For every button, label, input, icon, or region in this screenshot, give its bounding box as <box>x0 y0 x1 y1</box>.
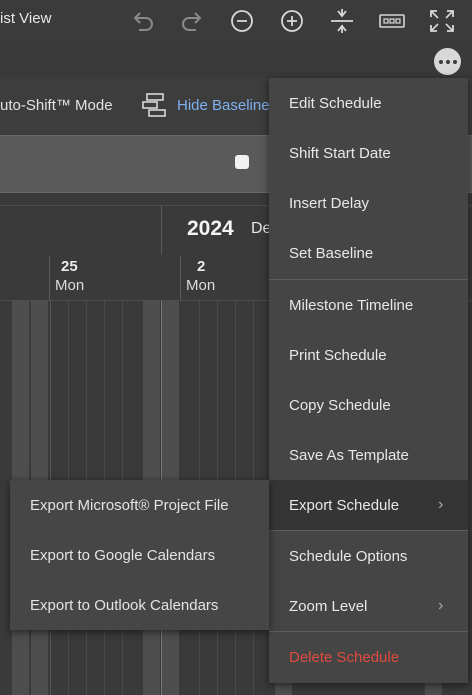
redo-icon[interactable] <box>176 6 208 36</box>
menu-item-label: Edit Schedule <box>289 94 382 112</box>
menu-item-label: Save As Template <box>289 446 409 464</box>
day-number: 25 <box>61 258 78 275</box>
menu-item-label: Milestone Timeline <box>289 296 414 314</box>
submenu-item-export-ms-project[interactable]: Export Microsoft® Project File <box>10 480 269 530</box>
submenu-item-label: Export to Google Calendars <box>30 546 216 564</box>
menu-item-copy-schedule[interactable]: Copy Schedule <box>269 380 468 430</box>
dot <box>438 59 443 64</box>
dot <box>452 59 457 64</box>
menu-item-delete-schedule[interactable]: Delete Schedule <box>269 632 468 682</box>
menu-item-schedule-options[interactable]: Schedule Options <box>269 531 468 581</box>
baseline-icon[interactable] <box>141 92 169 118</box>
menu-item-insert-delay[interactable]: Insert Delay <box>269 178 468 228</box>
submenu-item-export-outlook[interactable]: Export to Outlook Calendars <box>10 580 269 630</box>
timeline-year: 2024 <box>187 217 234 240</box>
menu-item-label: Set Baseline <box>289 244 374 262</box>
menu-item-export-schedule[interactable]: Export Schedule › <box>269 480 468 530</box>
more-options-button[interactable] <box>434 48 461 75</box>
menu-item-label: Zoom Level <box>289 597 368 615</box>
menu-item-save-as-template[interactable]: Save As Template <box>269 430 468 480</box>
chevron-right-icon: › <box>438 496 444 513</box>
day-name: Mon <box>55 277 85 294</box>
menu-item-zoom-level[interactable]: Zoom Level › <box>269 581 468 631</box>
grid-column <box>425 683 442 695</box>
menu-item-print-schedule[interactable]: Print Schedule <box>269 330 468 380</box>
submenu-item-label: Export Microsoft® Project File <box>30 496 229 514</box>
menu-item-label: Print Schedule <box>289 346 387 364</box>
menu-item-label: Insert Delay <box>289 194 370 212</box>
submenu-item-label: Export to Outlook Calendars <box>30 596 219 614</box>
zoom-out-icon[interactable] <box>226 6 258 36</box>
day-number: 2 <box>197 258 206 275</box>
menu-item-label: Copy Schedule <box>289 396 391 414</box>
auto-shift-mode-label[interactable]: uto-Shift™ Mode <box>0 97 113 114</box>
menu-item-edit-schedule[interactable]: Edit Schedule <box>269 78 468 128</box>
hide-baseline-link[interactable]: Hide Baseline <box>177 97 270 114</box>
undo-icon[interactable] <box>127 6 159 36</box>
fullscreen-icon[interactable] <box>426 6 458 36</box>
view-title[interactable]: ist View <box>0 10 51 27</box>
submenu-item-export-google[interactable]: Export to Google Calendars <box>10 530 269 580</box>
divider <box>180 256 181 300</box>
menu-item-label: Schedule Options <box>289 547 408 565</box>
zoom-in-icon[interactable] <box>276 6 308 36</box>
menu-item-shift-start-date[interactable]: Shift Start Date <box>269 128 468 178</box>
menu-item-label: Delete Schedule <box>289 648 400 666</box>
menu-item-label: Export Schedule <box>289 496 400 514</box>
menu-item-set-baseline[interactable]: Set Baseline <box>269 228 468 278</box>
menu-item-milestone-timeline[interactable]: Milestone Timeline <box>269 280 468 330</box>
dot <box>445 59 450 64</box>
divider <box>49 256 50 300</box>
checkbox[interactable] <box>235 155 249 169</box>
chevron-right-icon: › <box>438 597 444 614</box>
day-name: Mon <box>186 277 216 294</box>
grid-column <box>275 683 292 695</box>
collapse-icon[interactable] <box>326 6 358 36</box>
menu-item-label: Shift Start Date <box>289 144 391 162</box>
divider <box>161 205 162 255</box>
fit-width-icon[interactable] <box>376 6 408 36</box>
